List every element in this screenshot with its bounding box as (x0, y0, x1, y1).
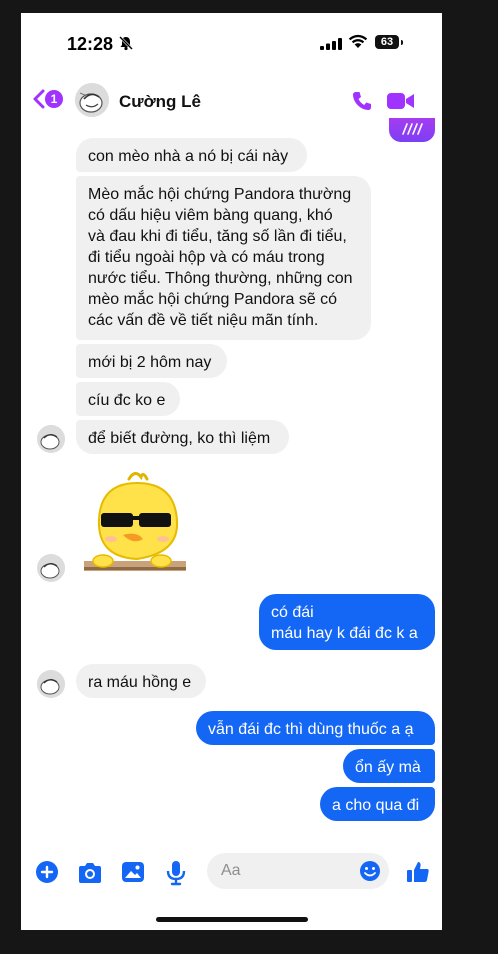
sender-avatar[interactable] (37, 670, 65, 698)
message-bubble-incoming[interactable]: ra máu hồng e (76, 664, 206, 698)
home-indicator[interactable] (156, 917, 308, 922)
microphone-icon[interactable] (166, 860, 186, 891)
back-chevron-icon[interactable] (33, 89, 45, 114)
video-call-icon[interactable] (387, 92, 415, 115)
message-bubble-outgoing[interactable]: có đái máu hay k đái đc k a (259, 594, 435, 650)
status-time: 12:28 (67, 34, 114, 54)
message-input[interactable]: Aa (207, 853, 389, 889)
thumbs-up-icon[interactable] (406, 860, 430, 889)
unread-count-badge[interactable]: 1 (45, 90, 63, 108)
battery-tip (401, 40, 403, 45)
emoji-icon[interactable] (359, 860, 381, 887)
message-bubble-incoming[interactable]: mới bị 2 hôm nay (76, 344, 227, 378)
battery-icon: 63 (375, 35, 399, 49)
camera-icon[interactable] (77, 862, 103, 889)
status-bar: 12:28 63 (21, 13, 442, 71)
wifi-icon (348, 34, 368, 54)
phone-call-icon[interactable] (351, 90, 373, 117)
plus-icon[interactable] (36, 861, 58, 888)
message-bubble-incoming[interactable]: Mèo mắc hội chứng Pandora thường có dấu … (76, 176, 371, 340)
message-bubble-incoming[interactable]: cíu đc ko e (76, 382, 180, 416)
message-bubble-incoming[interactable]: con mèo nhà a nó bị cái này (76, 138, 307, 172)
message-composer: Aa (21, 851, 442, 895)
contact-avatar[interactable] (75, 83, 109, 117)
sender-avatar[interactable] (37, 554, 65, 582)
cellular-signal-icon (320, 37, 342, 55)
sticker-chick-sunglasses[interactable] (81, 469, 191, 582)
message-bubble-outgoing[interactable]: vẫn đái đc thì dùng thuốc a ạ (196, 711, 435, 745)
phone-screen: 12:28 63 1 Cường Lê con mèo nhà a nó bị … (21, 13, 442, 930)
conversation-header: 1 Cường Lê (21, 71, 442, 123)
sender-avatar[interactable] (37, 425, 65, 453)
screenshot-frame: 12:28 63 1 Cường Lê con mèo nhà a nó bị … (0, 0, 498, 954)
message-bubble-outgoing[interactable]: a cho qua đi (320, 787, 435, 821)
bell-muted-icon (118, 35, 134, 56)
message-input-placeholder: Aa (221, 862, 241, 879)
message-bubble-incoming[interactable]: để biết đường, ko thì liệm (76, 420, 289, 454)
gallery-icon[interactable] (121, 861, 145, 888)
message-bubble-outgoing[interactable]: ổn ấy mà (343, 749, 435, 783)
partial-outgoing-bubble (389, 118, 435, 142)
contact-name[interactable]: Cường Lê (119, 92, 201, 112)
